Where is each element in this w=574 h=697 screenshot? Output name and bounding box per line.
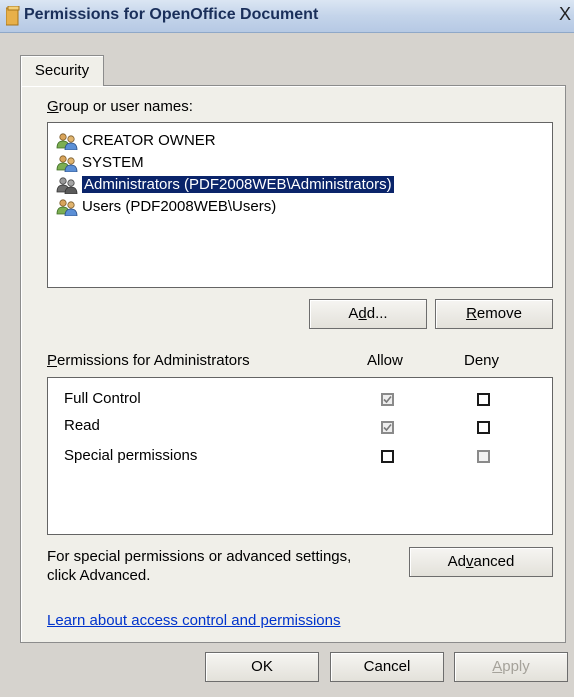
advanced-text-line1: For special permissions or advanced sett… [47,548,352,565]
list-item[interactable]: Administrators (PDF2008WEB\Administrator… [56,175,398,195]
user-list[interactable]: CREATOR OWNER SYSTEM Administrators (PDF… [47,122,553,288]
advanced-button[interactable]: Advanced [409,547,553,577]
apply-button[interactable]: Apply [454,652,568,682]
allow-checkbox-read[interactable] [381,421,394,434]
users-icon [56,155,78,173]
list-item[interactable]: CREATOR OWNER [56,131,220,151]
deny-checkbox-read[interactable] [477,421,490,434]
security-panel: Group or user names: CREATOR OWNER SYSTE… [20,85,566,643]
users-icon [56,177,78,195]
permissions-label: Permissions for Administrators [47,352,250,369]
close-button[interactable]: X [556,2,574,26]
cancel-button[interactable]: Cancel [330,652,444,682]
list-item[interactable]: Users (PDF2008WEB\Users) [56,197,280,217]
deny-checkbox-full-control[interactable] [477,393,490,406]
permissions-list: Full Control Read Special permissions [47,377,553,535]
remove-button[interactable]: Remove [435,299,553,329]
ok-button[interactable]: OK [205,652,319,682]
allow-checkbox-special[interactable] [381,450,394,463]
window-title: Permissions for OpenOffice Document [24,6,319,23]
allow-header: Allow [367,352,403,369]
checkmark-icon [383,423,392,432]
add-button[interactable]: Add... [309,299,427,329]
users-icon [56,199,78,217]
title-bar: Permissions for OpenOffice Document X [0,0,574,33]
list-item[interactable]: SYSTEM [56,153,148,173]
tab-security[interactable]: Security [20,55,104,86]
folder-icon [6,6,20,26]
deny-header: Deny [464,352,500,369]
permission-name: Read [64,417,100,434]
allow-checkbox-full-control[interactable] [381,393,394,406]
deny-checkbox-special[interactable] [477,450,490,463]
checkmark-icon [383,395,392,404]
permission-name: Full Control [64,390,141,407]
users-icon [56,133,78,151]
permission-name: Special permissions [64,447,198,464]
group-label: Group or user names: [47,98,193,115]
learn-more-link[interactable]: Learn about access control and permissio… [47,612,341,629]
advanced-text-line2: click Advanced. [47,567,151,584]
